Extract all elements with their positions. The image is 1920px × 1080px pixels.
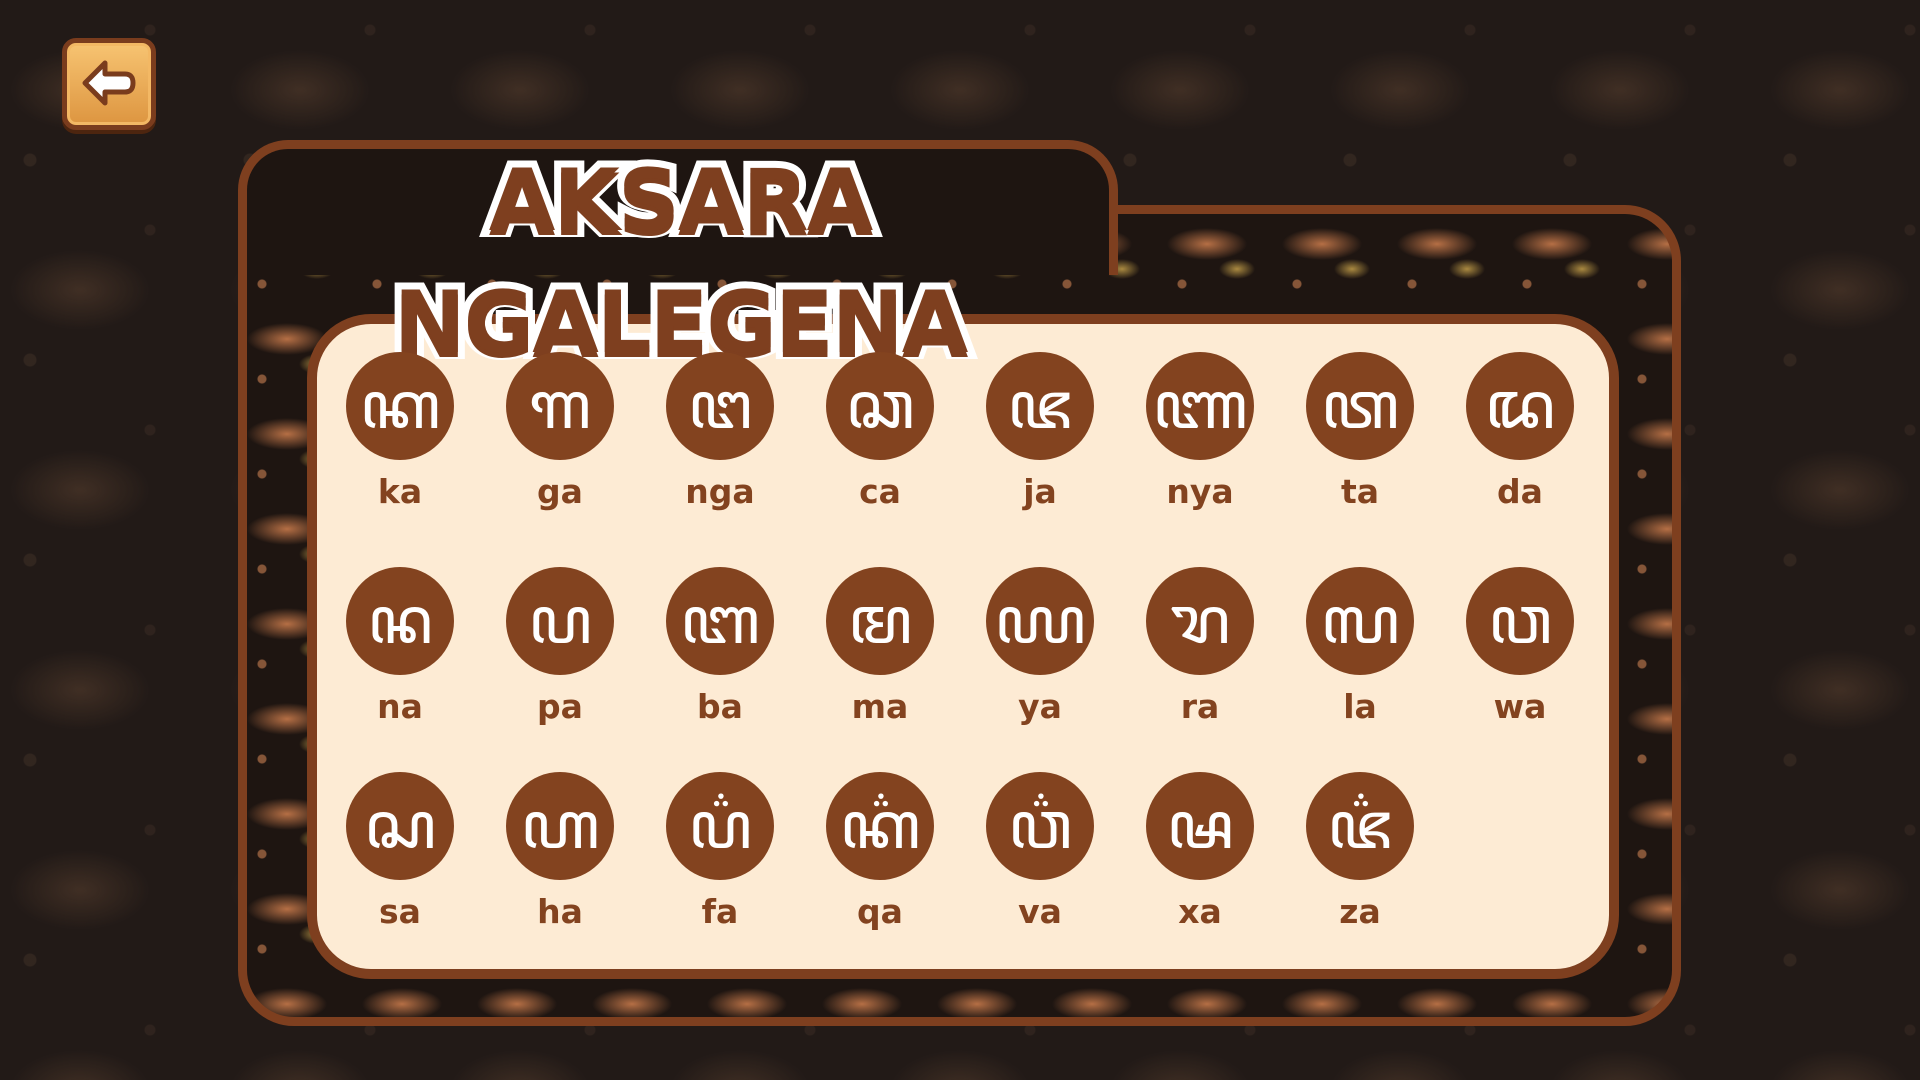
letter-glyph: ꦱ (346, 772, 454, 880)
letter-sa[interactable]: ꦱ sa (320, 772, 480, 942)
letter-glyph: ꦮ꦳ (986, 772, 1094, 880)
letter-xa[interactable]: ꦰ xa (1120, 772, 1280, 942)
letter-glyph: ꦠ (1306, 352, 1414, 460)
letter-glyph: ꦮ (1466, 567, 1574, 675)
letter-glyph: ꦚ (1146, 352, 1254, 460)
letter-glyph: ꦥ (506, 567, 614, 675)
letter-label: ca (859, 472, 901, 511)
letter-label: sa (379, 892, 421, 931)
letter-glyph: ꦩ (826, 567, 934, 675)
letter-nya[interactable]: ꦚ nya (1120, 352, 1280, 522)
letter-label: za (1339, 892, 1381, 931)
letter-label: ga (537, 472, 583, 511)
letter-glyph: ꦗ꦳ (1306, 772, 1414, 880)
letter-ra[interactable]: ꦫ ra (1120, 567, 1280, 737)
letter-ta[interactable]: ꦠ ta (1280, 352, 1440, 522)
letter-glyph: ꦒ (506, 352, 614, 460)
letter-ma[interactable]: ꦩ ma (800, 567, 960, 737)
letter-label: da (1497, 472, 1543, 511)
letter-label: fa (701, 892, 739, 931)
letter-label: na (377, 687, 423, 726)
letter-ka[interactable]: ꦏ ka (320, 352, 480, 522)
letter-wa[interactable]: ꦮ wa (1440, 567, 1600, 737)
letter-fa[interactable]: ꦥ꦳ fa (640, 772, 800, 942)
letter-ba[interactable]: ꦧ ba (640, 567, 800, 737)
letter-na[interactable]: ꦤ na (320, 567, 480, 737)
letter-glyph: ꦢ (1466, 352, 1574, 460)
letter-grid: ꦏ ka ꦒ ga ꦔ nga ꦕ ca ꦗ ja ꦚ nya ꦠ ta ꦢ da ꦤ na ꦥ pa ꦧ ba ꦩ ma ꦪ y… (0, 0, 1920, 1080)
letter-label: nya (1166, 472, 1234, 511)
letter-glyph: ꦪ (986, 567, 1094, 675)
letter-label: ja (1023, 472, 1057, 511)
letter-label: qa (857, 892, 903, 931)
letter-label: ma (851, 687, 909, 726)
letter-ja[interactable]: ꦗ ja (960, 352, 1120, 522)
letter-qa[interactable]: ꦏ꦳ qa (800, 772, 960, 942)
letter-label: wa (1493, 687, 1547, 726)
letter-za[interactable]: ꦗ꦳ za (1280, 772, 1440, 942)
letter-glyph: ꦗ (986, 352, 1094, 460)
letter-pa[interactable]: ꦥ pa (480, 567, 640, 737)
letter-la[interactable]: ꦭ la (1280, 567, 1440, 737)
letter-glyph: ꦏ꦳ (826, 772, 934, 880)
letter-glyph: ꦤ (346, 567, 454, 675)
letter-label: ra (1180, 687, 1220, 726)
letter-label: ta (1340, 472, 1380, 511)
letter-va[interactable]: ꦮ꦳ va (960, 772, 1120, 942)
letter-glyph: ꦔ (666, 352, 774, 460)
letter-glyph: ꦲ (506, 772, 614, 880)
letter-label: nga (685, 472, 755, 511)
letter-label: xa (1178, 892, 1222, 931)
letter-label: ka (377, 472, 423, 511)
letter-glyph: ꦥ꦳ (666, 772, 774, 880)
letter-ha[interactable]: ꦲ ha (480, 772, 640, 942)
letter-ga[interactable]: ꦒ ga (480, 352, 640, 522)
letter-ca[interactable]: ꦕ ca (800, 352, 960, 522)
letter-label: ya (1018, 687, 1062, 726)
letter-glyph: ꦫ (1146, 567, 1254, 675)
letter-label: ba (697, 687, 743, 726)
letter-glyph: ꦰ (1146, 772, 1254, 880)
letter-ya[interactable]: ꦪ ya (960, 567, 1120, 737)
letter-label: la (1343, 687, 1377, 726)
letter-label: pa (537, 687, 583, 726)
letter-glyph: ꦏ (346, 352, 454, 460)
letter-label: ha (537, 892, 583, 931)
letter-label: va (1018, 892, 1062, 931)
letter-da[interactable]: ꦢ da (1440, 352, 1600, 522)
letter-glyph: ꦭ (1306, 567, 1414, 675)
letter-nga[interactable]: ꦔ nga (640, 352, 800, 522)
letter-glyph: ꦕ (826, 352, 934, 460)
letter-glyph: ꦧ (666, 567, 774, 675)
